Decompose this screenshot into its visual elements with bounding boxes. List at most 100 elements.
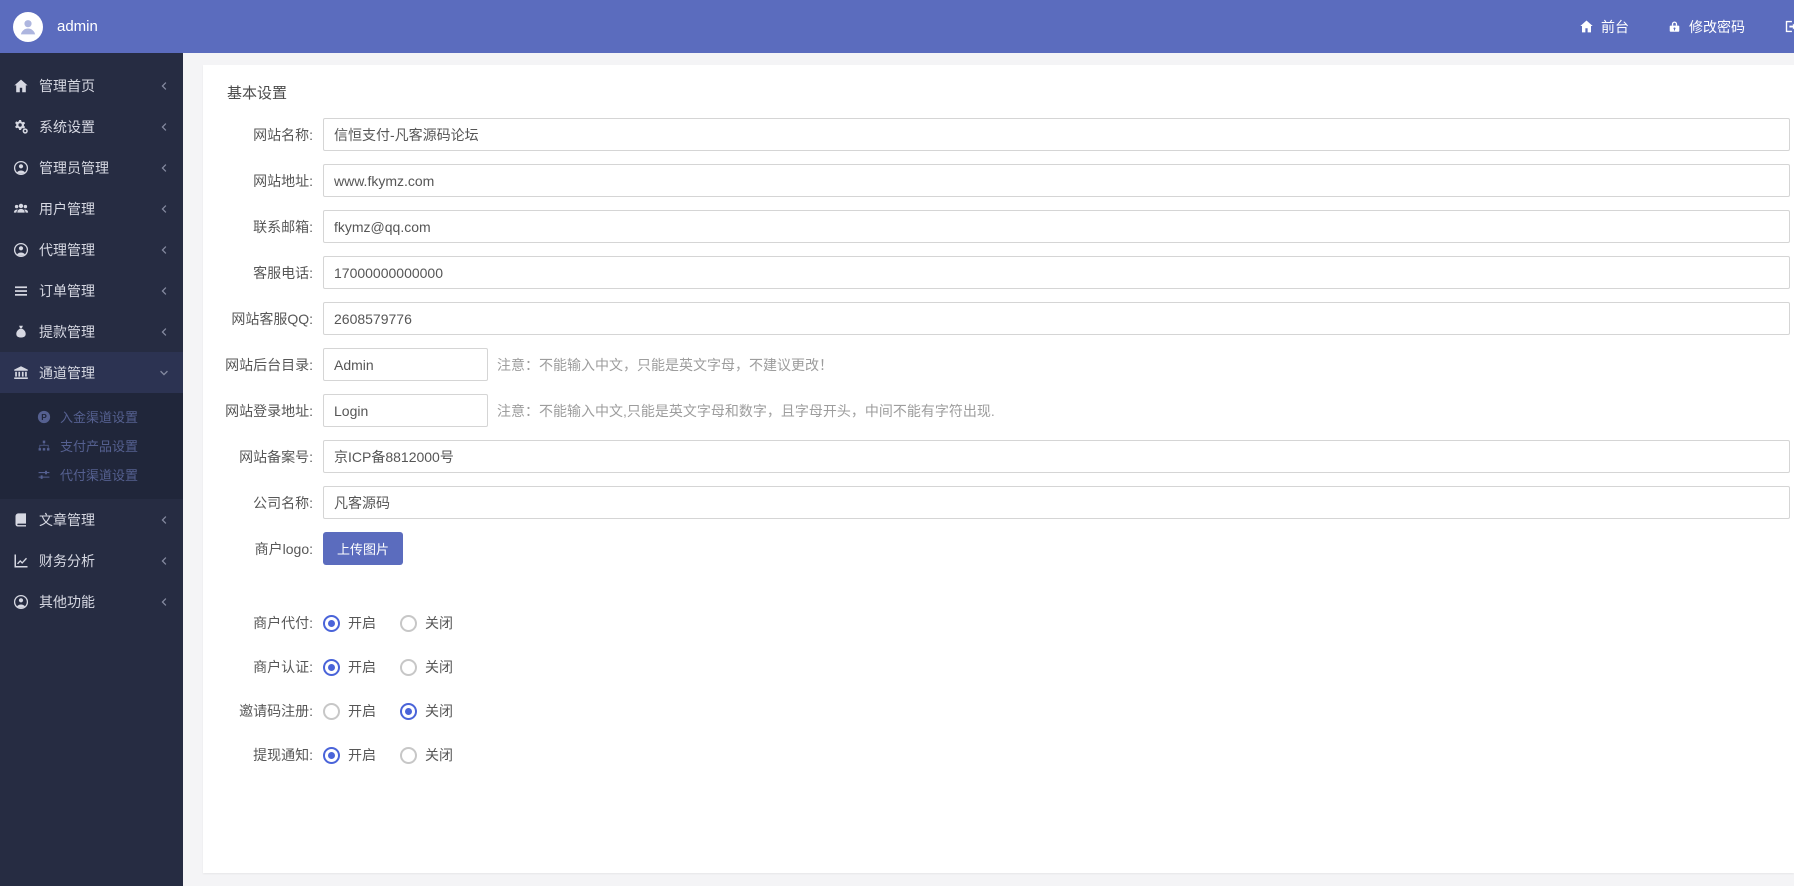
- sitemap-icon: [36, 438, 51, 453]
- chevron-left-icon: [159, 204, 169, 214]
- merchant-payout-off-radio[interactable]: [400, 614, 417, 632]
- username: admin: [57, 18, 98, 35]
- form-row: 网站名称:: [203, 118, 1794, 151]
- radio-option-label: 开启: [348, 615, 376, 631]
- radio-option-label: 关闭: [425, 703, 453, 719]
- form-row: 邀请码注册: 开启 关闭: [203, 701, 1794, 721]
- form-row: 联系邮箱:: [203, 210, 1794, 243]
- form-row: 网站后台目录: 注意：不能输入中文，只能是英文字母，不建议更改！: [203, 348, 1794, 381]
- page-title: 基本设置: [227, 85, 288, 102]
- sign-out-icon: [1785, 20, 1794, 33]
- merchant-auth-off-radio[interactable]: [400, 658, 417, 676]
- icp-number-input[interactable]: [323, 440, 1790, 473]
- form-row: 商户logo: 上传图片: [203, 532, 1794, 565]
- sidebar-item-agent-management[interactable]: 代理管理: [0, 229, 183, 270]
- sidebar-item-label: 通道管理: [39, 364, 95, 381]
- chevron-left-icon: [159, 597, 169, 607]
- settings-card: 基本设置 网站名称: 网站地址: 联系邮箱: 客服电话: 网站客服QQ:: [203, 65, 1794, 873]
- upload-image-button[interactable]: 上传图片: [323, 532, 403, 565]
- merchant-auth-on-radio[interactable]: [323, 658, 340, 676]
- chevron-left-icon: [159, 122, 169, 132]
- chevron-left-icon: [159, 245, 169, 255]
- sidebar: 管理首页 系统设置 管理员管理 用户管理 代理管理 订单管理 提款管理 通道管理: [0, 53, 183, 886]
- avatar[interactable]: [13, 11, 43, 42]
- company-name-input[interactable]: [323, 486, 1790, 519]
- radio-option-label: 关闭: [425, 615, 453, 631]
- service-phone-input[interactable]: [323, 256, 1790, 289]
- icp-number-label: 网站备案号:: [239, 448, 313, 465]
- sidebar-subitem-payout-channel[interactable]: 代付渠道设置: [0, 460, 183, 489]
- sidebar-item-article-management[interactable]: 文章管理: [0, 499, 183, 540]
- sidebar-item-label: 系统设置: [39, 118, 95, 135]
- merchant-payout-on-radio[interactable]: [323, 614, 340, 632]
- sidebar-subitem-payment-product[interactable]: 支付产品设置: [0, 431, 183, 460]
- user-icon: [20, 19, 36, 34]
- login-url-note: 注意：不能输入中文,只能是英文字母和数字，且字母开头，中间不能有字符出现.: [497, 402, 995, 419]
- chevron-left-icon: [159, 286, 169, 296]
- user-circle-icon: [12, 593, 29, 610]
- form-row: 客服电话:: [203, 256, 1794, 289]
- withdraw-notify-label: 提现通知:: [253, 747, 313, 763]
- sidebar-item-financial-analysis[interactable]: 财务分析: [0, 540, 183, 581]
- sidebar-item-channel-management[interactable]: 通道管理: [0, 352, 183, 393]
- change-password-link[interactable]: 修改密码: [1667, 17, 1745, 37]
- invite-code-on-radio[interactable]: [323, 702, 340, 720]
- chevron-left-icon: [159, 556, 169, 566]
- sidebar-item-user-management[interactable]: 用户管理: [0, 188, 183, 229]
- money-bag-icon: [12, 323, 29, 340]
- home-icon: [12, 77, 29, 94]
- sidebar-item-system-settings[interactable]: 系统设置: [0, 106, 183, 147]
- service-phone-label: 客服电话:: [253, 264, 313, 281]
- login-url-label: 网站登录地址:: [225, 402, 313, 419]
- sidebar-item-admin-management[interactable]: 管理员管理: [0, 147, 183, 188]
- admin-dir-note: 注意：不能输入中文，只能是英文字母，不建议更改！: [497, 356, 833, 373]
- change-password-link-label: 修改密码: [1689, 18, 1745, 35]
- sidebar-item-label: 管理首页: [39, 77, 95, 94]
- login-url-input[interactable]: [323, 394, 488, 427]
- sliders-icon: [36, 467, 51, 482]
- svg-text:P: P: [41, 411, 47, 421]
- withdraw-notify-on-radio[interactable]: [323, 746, 340, 764]
- radio-option-label: 开启: [348, 747, 376, 763]
- p-circle-icon: P: [36, 409, 51, 424]
- sidebar-item-label: 管理员管理: [39, 159, 109, 176]
- chevron-left-icon: [159, 81, 169, 91]
- frontend-link[interactable]: 前台: [1579, 17, 1629, 37]
- radio-option-label: 关闭: [425, 659, 453, 675]
- topbar: admin 前台 修改密码: [0, 0, 1794, 53]
- form-row: 网站地址:: [203, 164, 1794, 197]
- invite-code-label: 邀请码注册:: [239, 703, 313, 719]
- sidebar-subitem-label: 支付产品设置: [60, 439, 139, 454]
- chevron-left-icon: [159, 327, 169, 337]
- contact-email-input[interactable]: [323, 210, 1790, 243]
- sidebar-item-label: 财务分析: [39, 552, 95, 569]
- sidebar-item-withdrawal-management[interactable]: 提款管理: [0, 311, 183, 352]
- site-name-input[interactable]: [323, 118, 1790, 151]
- admin-dir-input[interactable]: [323, 348, 488, 381]
- radio-settings: 商户代付: 开启 关闭 商户认证: 开启 关闭 邀请码注册: 开启 关闭 提现通…: [203, 613, 1794, 765]
- sidebar-item-order-management[interactable]: 订单管理: [0, 270, 183, 311]
- site-url-input[interactable]: [323, 164, 1790, 197]
- user-circle-icon: [12, 159, 29, 176]
- radio-option-label: 开启: [348, 703, 376, 719]
- user-circle-icon: [12, 241, 29, 258]
- withdraw-notify-off-radio[interactable]: [400, 746, 417, 764]
- channel-submenu: P 入金渠道设置 支付产品设置 代付渠道设置: [0, 393, 183, 499]
- radio-option-label: 开启: [348, 659, 376, 675]
- basic-settings-form: 网站名称: 网站地址: 联系邮箱: 客服电话: 网站客服QQ: 网站后台目录:: [203, 118, 1794, 765]
- logout-link[interactable]: [1783, 19, 1794, 34]
- radio-option-label: 关闭: [425, 747, 453, 763]
- site-name-label: 网站名称:: [253, 126, 313, 143]
- sidebar-item-label: 提款管理: [39, 323, 95, 340]
- invite-code-off-radio[interactable]: [400, 702, 417, 720]
- form-row: 商户认证: 开启 关闭: [203, 657, 1794, 677]
- sidebar-item-label: 用户管理: [39, 200, 95, 217]
- sidebar-item-admin-home[interactable]: 管理首页: [0, 65, 183, 106]
- sidebar-subitem-deposit-channel[interactable]: P 入金渠道设置: [0, 402, 183, 431]
- chevron-left-icon: [159, 515, 169, 525]
- service-qq-input[interactable]: [323, 302, 1790, 335]
- service-qq-label: 网站客服QQ:: [231, 310, 313, 327]
- merchant-payout-label: 商户代付:: [253, 615, 313, 631]
- sidebar-item-other-functions[interactable]: 其他功能: [0, 581, 183, 622]
- users-icon: [12, 200, 29, 217]
